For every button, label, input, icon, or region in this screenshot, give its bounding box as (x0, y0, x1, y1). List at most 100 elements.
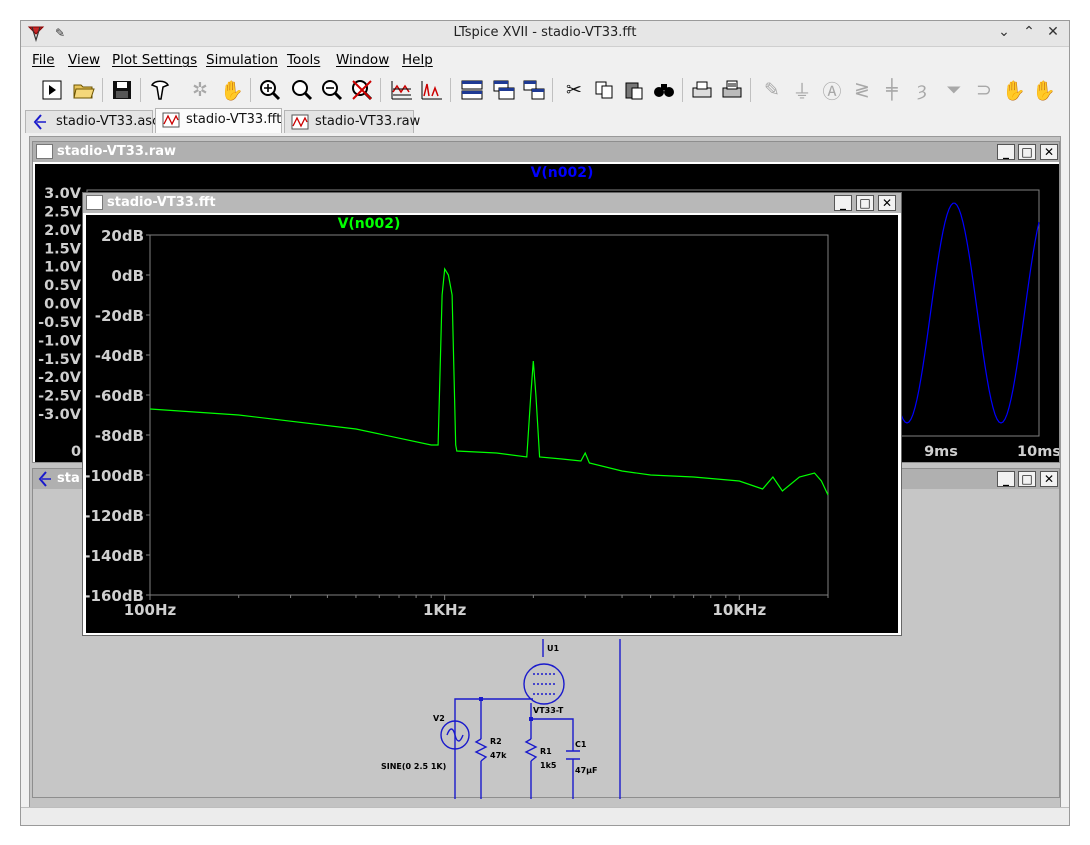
maximize-icon[interactable]: ⌃ (1020, 24, 1038, 40)
print-icon[interactable] (719, 77, 745, 103)
fft-window-title: stadio-VT33.fft (107, 195, 216, 210)
capacitor-c1[interactable] (566, 750, 580, 760)
halt-icon[interactable]: ✲ (187, 77, 213, 103)
maximize-button[interactable]: □ (1018, 144, 1036, 160)
y-tick-label: -80dB (95, 427, 144, 445)
menu-plot-settings[interactable]: Plot Settings (112, 52, 197, 68)
y-tick-label: 2.0V (44, 223, 82, 239)
inductor-icon[interactable]: ȝ (909, 77, 935, 103)
y-tick-label: 3.0V (44, 186, 82, 202)
copy-icon[interactable] (591, 77, 617, 103)
save-icon[interactable] (109, 77, 135, 103)
waveform-icon (36, 144, 53, 159)
zoom-fit-icon[interactable] (289, 77, 315, 103)
label-vt33: VT33-T (533, 706, 564, 715)
menu-help[interactable]: Help (402, 52, 433, 68)
tab-raw[interactable]: stadio-VT33.raw (284, 110, 420, 133)
wire-left[interactable] (454, 698, 533, 799)
capacitor-icon[interactable]: ╪ (879, 77, 905, 103)
mdi-area: stadio-VT33.raw _ □ ✕ V(n002) 3.0V 2.5V 2.0… (29, 136, 1061, 816)
fft-icon[interactable] (419, 77, 445, 103)
pan-icon[interactable]: ✋ (219, 77, 245, 103)
maximize-button[interactable]: □ (1018, 471, 1036, 487)
menu-view[interactable]: View (68, 52, 100, 68)
resistor-r1[interactable] (524, 738, 538, 762)
control-panel-icon[interactable] (147, 77, 173, 103)
y-tick-label: -60dB (95, 387, 144, 405)
fft-trace (149, 267, 829, 496)
x-tick-label: 9ms (924, 444, 958, 460)
y-tick-label: -100dB (86, 467, 144, 485)
menu-tools[interactable]: Tools (287, 52, 320, 68)
fft-chart[interactable]: V(n002) 20dB 0dB -20dB -40dB -60dB -80dB -100dB… (86, 215, 898, 633)
raw-window-caption[interactable]: stadio-VT33.raw _ □ ✕ (33, 142, 1059, 162)
trace-label: V(n002) (338, 216, 401, 232)
menu-file[interactable]: File (32, 52, 55, 68)
close-button[interactable]: ✕ (1040, 471, 1058, 487)
close-icon[interactable]: ✕ (1044, 24, 1062, 40)
drag-icon[interactable]: ✋ (1031, 77, 1057, 103)
paste-icon[interactable] (621, 77, 647, 103)
y-tick-label: -1.5V (38, 352, 82, 368)
fft-plot-area[interactable]: V(n002) 20dB 0dB -20dB -40dB -60dB -80dB -100dB… (86, 215, 898, 633)
trace-label: V(n002) (531, 165, 594, 181)
y-tick-label: -2.5V (38, 389, 82, 405)
close-button[interactable]: ✕ (1040, 144, 1058, 160)
tab-schematic[interactable]: stadio-VT33.asc (25, 110, 159, 133)
fft-window-caption[interactable]: stadio-VT33.fft _ □ ✕ (83, 193, 901, 213)
cascade-icon[interactable] (491, 77, 517, 103)
y-tick-label: 1.5V (44, 241, 82, 257)
y-tick-label: 2.5V (44, 204, 82, 220)
tube-symbol[interactable] (523, 663, 565, 705)
menu-simulation[interactable]: Simulation (206, 52, 278, 68)
y-tick-label: -3.0V (38, 407, 82, 423)
zoom-cancel-icon[interactable] (349, 77, 375, 103)
maximize-button[interactable]: □ (856, 195, 874, 211)
wire-icon[interactable]: ✎ (759, 77, 785, 103)
label-c1-value: 47µF (575, 766, 597, 775)
x-tick-label: 1KHz (423, 601, 467, 619)
menu-window[interactable]: Window (336, 52, 389, 68)
label-r2: R2 (490, 737, 502, 746)
ltspice-window: ✎ LTspice XVII - stadio-VT33.fft ⌄ ⌃ ✕ F… (20, 20, 1070, 826)
fft-plot-window[interactable]: stadio-VT33.fft _ □ ✕ V(n002) 20dB 0dB -20d… (82, 192, 902, 636)
diode-icon[interactable]: ⏷ (941, 77, 967, 103)
tab-label: stadio-VT33.raw (315, 114, 421, 129)
raw-window-title: stadio-VT33.raw (57, 144, 177, 159)
move-icon[interactable]: ✋ (1001, 77, 1027, 103)
resistor-r2[interactable] (474, 738, 488, 762)
find-icon[interactable] (651, 77, 677, 103)
y-tick-label: -140dB (86, 547, 144, 565)
tile-icon[interactable] (521, 77, 547, 103)
y-tick-label: 1.0V (44, 260, 82, 276)
status-bar (21, 807, 1069, 825)
open-icon[interactable] (71, 77, 97, 103)
zoom-out-icon[interactable] (319, 77, 345, 103)
label-r1-value: 1k5 (540, 761, 557, 770)
title-bar[interactable]: ✎ LTspice XVII - stadio-VT33.fft ⌄ ⌃ ✕ (21, 21, 1069, 47)
component-icon[interactable]: ⊃ (971, 77, 997, 103)
tab-fft[interactable]: stadio-VT33.fft (155, 108, 282, 133)
minimize-button[interactable]: _ (997, 471, 1015, 487)
print-preview-icon[interactable] (689, 77, 715, 103)
close-button[interactable]: ✕ (878, 195, 896, 211)
minimize-icon[interactable]: ⌄ (995, 24, 1013, 40)
tile-horizontal-icon[interactable] (459, 77, 485, 103)
autorange-icon[interactable] (389, 77, 415, 103)
schematic-icon (33, 114, 46, 130)
waveform-icon (162, 112, 180, 128)
resistor-icon[interactable]: ≷ (849, 77, 875, 103)
minimize-button[interactable]: _ (997, 144, 1015, 160)
ground-icon[interactable]: ⏚ (789, 77, 815, 103)
minimize-button[interactable]: _ (834, 195, 852, 211)
run-icon[interactable] (39, 77, 65, 103)
zoom-in-icon[interactable] (257, 77, 283, 103)
waveform-icon (291, 114, 309, 130)
label-c1: C1 (575, 740, 587, 749)
label-icon[interactable]: Ⓐ (819, 77, 845, 103)
label-v2: V2 (433, 714, 445, 723)
tab-label: stadio-VT33.fft (186, 112, 282, 127)
cut-icon[interactable]: ✂ (561, 77, 587, 103)
y-tick-label: -120dB (86, 507, 144, 525)
y-tick-label: -20dB (95, 307, 144, 325)
